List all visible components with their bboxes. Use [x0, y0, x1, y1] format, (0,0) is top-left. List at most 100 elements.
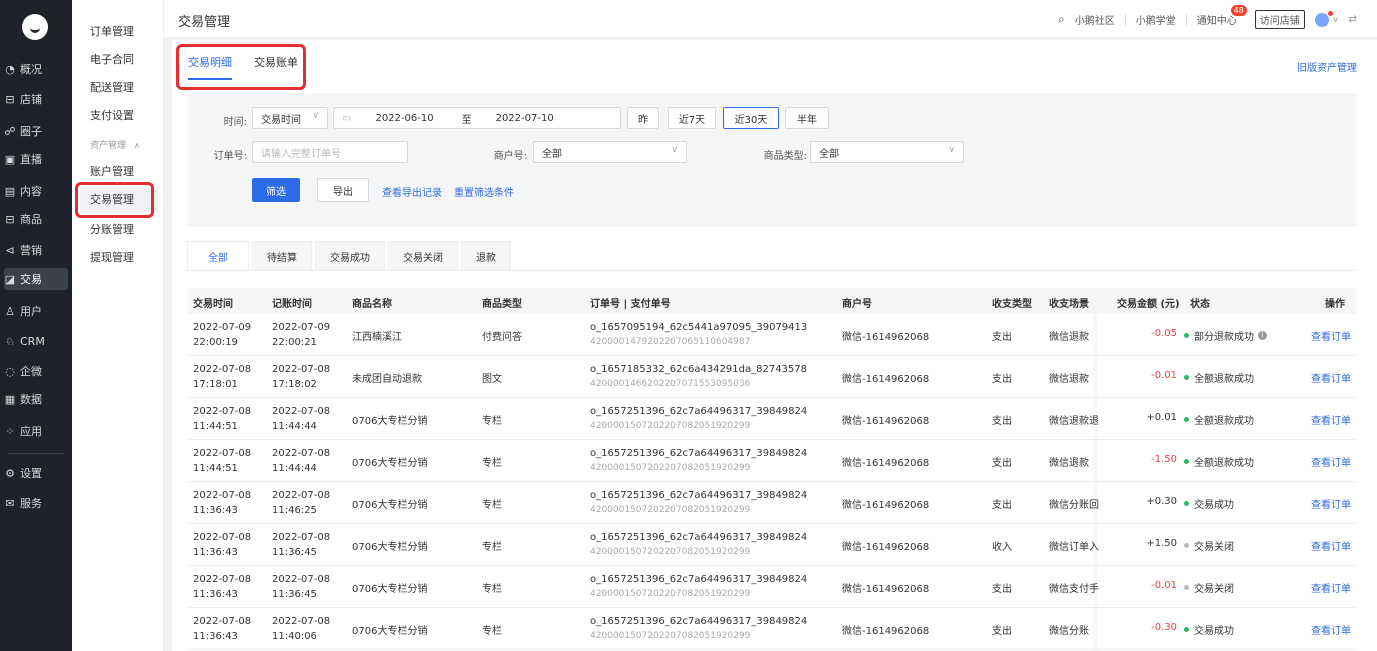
chevron-down-icon[interactable]: ∨: [1333, 15, 1339, 24]
nav-item-label: 用户: [20, 305, 42, 318]
flow-type: 支出: [992, 374, 1012, 385]
export-log-link[interactable]: 查看导出记录: [382, 184, 442, 199]
table-row: 2022-07-08 11:36:43 2022-07-08 11:36:45 0706…: [187, 566, 1357, 608]
trade-time: 2022-07-08 11:36:43: [193, 572, 251, 602]
subnav-item-split[interactable]: 分账管理: [80, 218, 158, 242]
trade-clock: 17:18:01: [193, 379, 238, 390]
fixed-column-shadow: [1097, 608, 1101, 649]
tab-refund[interactable]: 退款: [461, 241, 511, 271]
nav-item-label: 服务: [20, 497, 42, 510]
merchant-value: 全部: [542, 148, 562, 160]
order-number-input[interactable]: 请输入完整订单号: [252, 141, 408, 163]
subnav-group-assets[interactable]: 资产管理 ∧: [80, 134, 158, 158]
view-order-link[interactable]: 查看订单: [1311, 370, 1351, 385]
nav-item-label: 概况: [20, 63, 42, 76]
goods-type-select[interactable]: 全部 ∨: [810, 141, 964, 163]
status-text: 部分退款成功: [1194, 332, 1254, 343]
sub-nav: 订单管理 电子合同 配送管理 支付设置 资产管理 ∧ 账户管理 交易管理 分账管理…: [72, 0, 164, 651]
reset-filter-link[interactable]: 重置筛选条件: [454, 184, 514, 199]
nav-item-wecom[interactable]: ◌ 企微: [4, 360, 68, 382]
table-row: 2022-07-08 11:44:51 2022-07-08 11:44:44 0706…: [187, 398, 1357, 440]
notification-center[interactable]: 通知中心 48: [1197, 5, 1247, 27]
nav-item-marketing[interactable]: ⊲ 营销: [4, 239, 68, 261]
tab-all[interactable]: 全部: [187, 241, 249, 271]
view-order-link[interactable]: 查看订单: [1311, 622, 1351, 637]
merchant-id: 微信-1614962068: [842, 458, 930, 469]
record-date: 2022-07-08: [272, 616, 331, 627]
avatar[interactable]: [1314, 10, 1333, 27]
time-type-select[interactable]: 交易时间 ∨: [252, 107, 328, 129]
status-badge: 交易成功: [1184, 622, 1234, 637]
quick-30days-button[interactable]: 近30天: [723, 107, 779, 129]
tab-pending[interactable]: 待结算: [252, 241, 312, 271]
view-order-link[interactable]: 查看订单: [1311, 580, 1351, 595]
date-range-picker[interactable]: ▭ 2022-06-10 至 2022-07-10: [333, 107, 621, 129]
flow-scene: 微信支付手: [1049, 584, 1099, 595]
nav-item-clock[interactable]: ◔ 概况: [4, 58, 68, 80]
trade-time: 2022-07-09 22:00:19: [193, 320, 251, 350]
nav-item-settings[interactable]: ⚙ 设置: [4, 462, 68, 484]
app-logo[interactable]: [22, 14, 48, 40]
nav-item-content[interactable]: ▤ 内容: [4, 180, 68, 202]
fixed-column-shadow: [1097, 566, 1101, 607]
nav-item-user[interactable]: ♙ 用户: [4, 300, 68, 322]
subnav-item-withdraw[interactable]: 提现管理: [80, 246, 158, 270]
view-order-link[interactable]: 查看订单: [1311, 496, 1351, 511]
nav-item-circle-group[interactable]: ☍ 圈子: [4, 120, 68, 142]
header-link-academy[interactable]: 小鹅学堂: [1136, 12, 1176, 27]
chevron-down-icon: ∨: [312, 111, 319, 121]
info-icon[interactable]: i: [1258, 331, 1267, 340]
filter-button[interactable]: 筛选: [252, 178, 300, 202]
pay-number: 4200001507202207082051920299: [590, 463, 751, 473]
view-order-link[interactable]: 查看订单: [1311, 538, 1351, 553]
merchant-select[interactable]: 全部 ∨: [533, 141, 687, 163]
view-order-link[interactable]: 查看订单: [1311, 412, 1351, 427]
goods-type: 专栏: [482, 458, 502, 469]
trade-time: 2022-07-08 11:44:51: [193, 446, 251, 476]
view-order-link[interactable]: 查看订单: [1311, 454, 1351, 469]
nav-item-data[interactable]: ▦ 数据: [4, 388, 68, 410]
time-type-value: 交易时间: [261, 114, 301, 126]
nav-item-service[interactable]: ✉ 服务: [4, 492, 68, 514]
trade-date: 2022-07-08: [193, 532, 252, 543]
merchant-id: 微信-1614962068: [842, 332, 930, 343]
pay-number: 4200001507202207082051920299: [590, 631, 751, 641]
order-number: o_1657251396_62c7a64496317_39849824: [590, 532, 808, 543]
flow-scene: 微信退款: [1049, 332, 1089, 343]
nav-item-store[interactable]: ⊟ 店铺: [4, 88, 68, 110]
subnav-item-contract[interactable]: 电子合同: [80, 48, 158, 72]
switch-icon[interactable]: ⇄: [1349, 14, 1357, 25]
nav-divider: [8, 453, 64, 454]
view-order-link[interactable]: 查看订单: [1311, 328, 1351, 343]
header-link-community[interactable]: 小鹅社区: [1075, 12, 1115, 27]
subnav-item-accounts[interactable]: 账户管理: [80, 160, 158, 184]
quick-yesterday-button[interactable]: 昨: [627, 107, 659, 129]
record-time: 2022-07-08 11:40:06: [272, 614, 330, 644]
nav-item-goods[interactable]: ⊟ 商品: [4, 208, 68, 230]
calendar-icon: ▭: [342, 112, 352, 124]
live-icon: ▣: [4, 152, 16, 166]
nav-item-apps[interactable]: ⁘ 应用: [4, 420, 68, 442]
nav-item-live[interactable]: ▣ 直播: [4, 148, 68, 170]
trade-date: 2022-07-08: [193, 574, 252, 585]
subnav-item-orders[interactable]: 订单管理: [80, 20, 158, 44]
search-icon[interactable]: ⌕: [1058, 12, 1065, 27]
subnav-item-delivery[interactable]: 配送管理: [80, 76, 158, 100]
order-cell: o_1657251396_62c7a64496317_39849824 42000…: [590, 488, 807, 518]
tab-success[interactable]: 交易成功: [315, 241, 385, 271]
visit-store-button[interactable]: 访问店铺: [1254, 10, 1305, 29]
record-clock: 22:00:21: [272, 337, 317, 348]
export-button[interactable]: 导出: [317, 178, 369, 202]
status-text: 全额退款成功: [1194, 458, 1254, 469]
flow-type: 支出: [992, 332, 1012, 343]
quick-halfyear-button[interactable]: 半年: [785, 107, 829, 129]
nav-item-trade[interactable]: ◪ 交易: [4, 268, 68, 290]
trade-clock: 11:36:43: [193, 631, 238, 642]
tab-closed[interactable]: 交易关闭: [388, 241, 458, 271]
subnav-item-payment-settings[interactable]: 支付设置: [80, 104, 158, 128]
nav-item-crm[interactable]: ♘ CRM: [4, 330, 68, 352]
old-asset-management-link[interactable]: 旧版资产管理: [1297, 59, 1357, 74]
quick-7days-button[interactable]: 近7天: [668, 107, 716, 129]
goods-name: 0706大专栏分销: [352, 584, 428, 595]
record-time: 2022-07-08 11:36:45: [272, 530, 330, 560]
